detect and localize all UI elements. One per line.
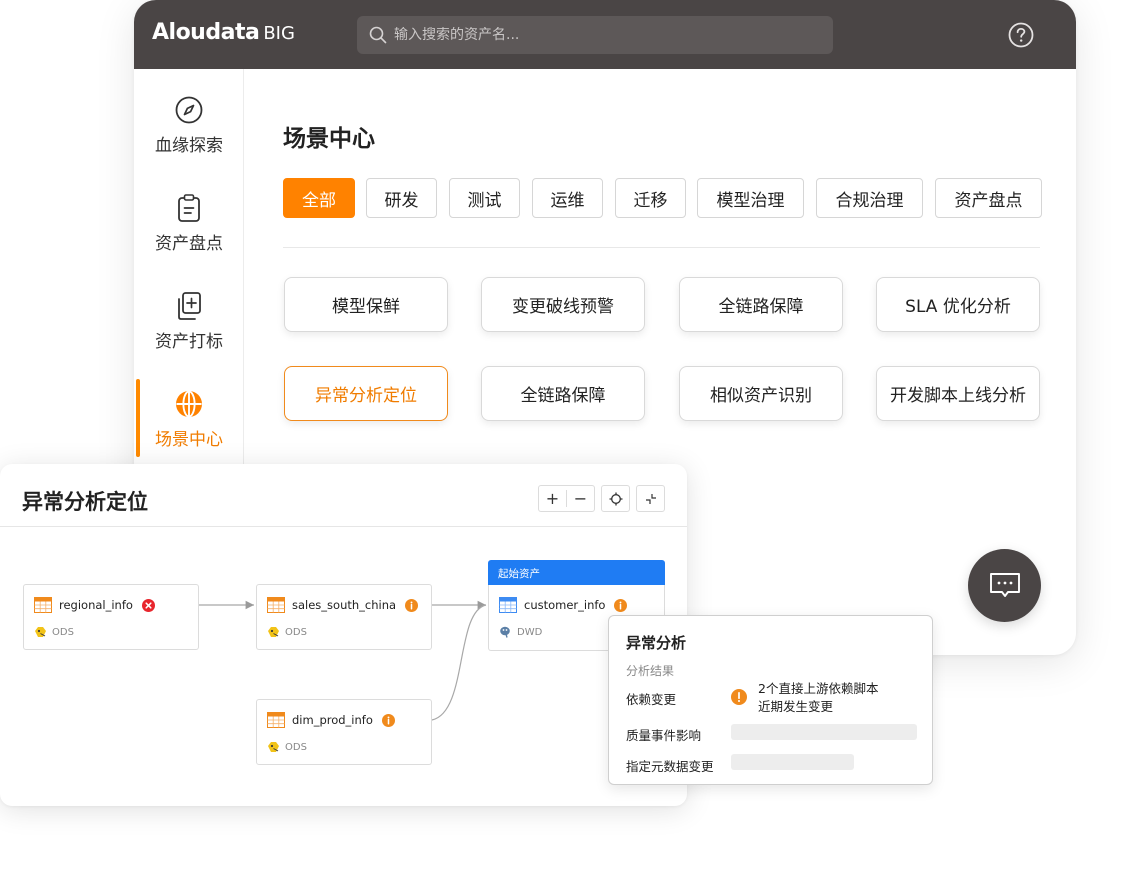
info-icon: [405, 598, 419, 612]
locate-control: [601, 485, 630, 512]
tag-add-icon: [178, 292, 201, 320]
lineage-node-sales-south-china[interactable]: sales_south_china ODS: [256, 584, 432, 650]
sidebar-item-label: 血缘探索: [155, 136, 223, 156]
node-layer: ODS: [52, 626, 74, 638]
scene-card[interactable]: 变更破线预警: [481, 277, 645, 332]
collapse-control: [636, 485, 665, 512]
page-title: 场景中心: [283, 126, 375, 152]
scene-card[interactable]: 相似资产识别: [679, 366, 843, 421]
popup-title: 异常分析: [626, 634, 687, 652]
table-icon: [499, 597, 517, 613]
info-icon: [381, 713, 395, 727]
sidebar-item-tagging[interactable]: 资产打标: [134, 289, 244, 369]
scene-card[interactable]: 全链路保障: [481, 366, 645, 421]
filter-chip-asset-inventory[interactable]: 资产盘点: [935, 178, 1042, 218]
placeholder-bar: [731, 724, 917, 740]
crosshair-icon: [609, 492, 622, 505]
collapse-icon: [645, 493, 656, 504]
scene-card[interactable]: 模型保鲜: [284, 277, 448, 332]
error-icon: [141, 598, 155, 612]
table-icon: [34, 597, 52, 613]
table-icon: [267, 712, 285, 728]
zoom-in-button[interactable]: +: [539, 486, 566, 511]
chat-icon: [989, 572, 1020, 597]
node-layer: DWD: [517, 626, 543, 638]
filter-chip-test[interactable]: 测试: [449, 178, 520, 218]
sidebar-item-label: 场景中心: [155, 430, 223, 450]
collapse-button[interactable]: [637, 486, 664, 511]
analysis-row-label: 质量事件影响: [626, 728, 702, 743]
scene-card[interactable]: SLA 优化分析: [876, 277, 1040, 332]
node-name: sales_south_china: [292, 598, 397, 612]
divider: [283, 247, 1040, 248]
filter-chip-ops[interactable]: 运维: [532, 178, 603, 218]
logo[interactable]: Aloudata BIG: [152, 20, 295, 45]
filter-chip-compliance[interactable]: 合规治理: [816, 178, 923, 218]
hive-icon: [35, 627, 46, 637]
table-icon: [267, 597, 285, 613]
analysis-row-desc: 2个直接上游依赖脚本 近期发生变更: [758, 680, 878, 716]
scene-card[interactable]: 开发脚本上线分析: [876, 366, 1040, 421]
scene-card-active[interactable]: 异常分析定位: [284, 366, 448, 421]
filter-chip-all[interactable]: 全部: [283, 178, 355, 218]
zoom-out-button[interactable]: −: [567, 486, 594, 511]
clipboard-icon: [178, 194, 200, 222]
lineage-node-regional-info[interactable]: regional_info ODS: [23, 584, 199, 650]
hive-icon: [268, 627, 279, 637]
popup-subtitle: 分析结果: [626, 664, 675, 678]
node-name: dim_prod_info: [292, 713, 373, 727]
sidebar-active-indicator: [136, 379, 140, 457]
hive-icon: [268, 742, 279, 752]
top-bar: Aloudata BIG: [134, 0, 1076, 69]
node-name: customer_info: [524, 598, 606, 612]
sidebar-item-inventory[interactable]: 资产盘点: [134, 191, 244, 271]
postgres-icon: [500, 626, 510, 638]
lineage-node-dim-prod-info[interactable]: dim_prod_info ODS: [256, 699, 432, 765]
search-input[interactable]: [394, 27, 814, 43]
divider: [0, 526, 687, 527]
sidebar-item-lineage[interactable]: 血缘探索: [134, 93, 244, 173]
help-icon[interactable]: [1008, 22, 1034, 48]
zoom-controls: + −: [538, 485, 595, 512]
scene-card[interactable]: 全链路保障: [679, 277, 843, 332]
warning-icon: [731, 689, 747, 705]
start-asset-tag: 起始资产: [488, 560, 665, 585]
locate-button[interactable]: [602, 486, 629, 511]
node-name: regional_info: [59, 598, 133, 612]
globe-icon: [176, 390, 202, 418]
search-icon: [369, 26, 387, 44]
compass-icon: [175, 96, 203, 124]
filter-chip-migration[interactable]: 迁移: [615, 178, 686, 218]
sidebar-item-label: 资产打标: [155, 332, 223, 352]
filter-chip-dev[interactable]: 研发: [366, 178, 437, 218]
panel-title: 异常分析定位: [22, 490, 148, 514]
placeholder-bar: [731, 754, 854, 770]
sidebar-item-label: 资产盘点: [155, 234, 223, 254]
info-icon: [614, 598, 628, 612]
node-layer: ODS: [285, 626, 307, 638]
analysis-row-label: 依赖变更: [626, 692, 677, 707]
analysis-row-label: 指定元数据变更: [626, 759, 714, 774]
desc-line: 2个直接上游依赖脚本: [758, 681, 879, 696]
filter-chip-model-governance[interactable]: 模型治理: [697, 178, 804, 218]
chat-button[interactable]: [968, 549, 1041, 622]
search-box[interactable]: [357, 16, 833, 54]
node-layer: ODS: [285, 741, 307, 753]
desc-line: 近期发生变更: [758, 699, 834, 714]
sidebar-item-scene-center[interactable]: 场景中心: [134, 387, 244, 467]
analysis-popup: 异常分析 分析结果 依赖变更 2个直接上游依赖脚本 近期发生变更 质量事件影响 …: [608, 615, 933, 785]
